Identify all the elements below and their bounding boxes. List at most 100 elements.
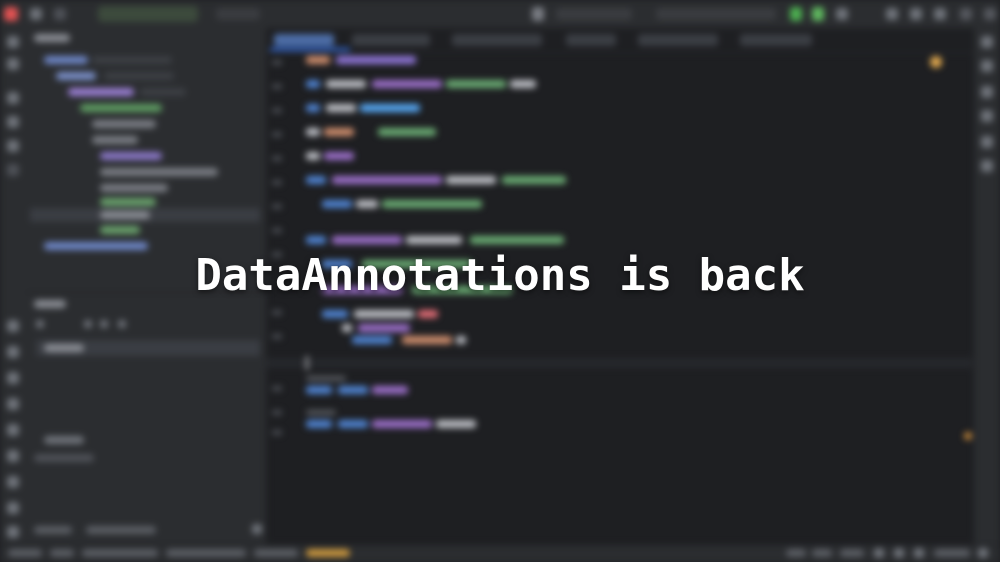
code-line[interactable] — [306, 104, 436, 112]
bug-icon[interactable] — [532, 7, 544, 21]
menu-icon[interactable] — [30, 8, 42, 20]
status-item[interactable] — [812, 549, 832, 557]
database-icon[interactable] — [981, 60, 993, 72]
code-line[interactable] — [306, 128, 446, 136]
status-item[interactable] — [786, 549, 806, 557]
code-line[interactable] — [306, 56, 426, 64]
debug-icon[interactable] — [812, 7, 824, 21]
tree-row[interactable] — [44, 436, 84, 444]
target-widget[interactable] — [656, 8, 776, 20]
tree-row[interactable] — [68, 88, 134, 96]
warning-marker[interactable] — [964, 432, 972, 440]
status-item[interactable] — [840, 549, 864, 557]
panel-tab[interactable] — [34, 526, 72, 534]
tree-row[interactable] — [92, 120, 156, 128]
gear-icon[interactable] — [910, 8, 922, 20]
nuget-icon[interactable] — [981, 136, 993, 148]
ai-assistant-icon[interactable] — [981, 86, 993, 98]
breadcrumb-segment[interactable] — [306, 549, 350, 557]
breadcrumb-segment[interactable] — [166, 549, 246, 557]
status-icon[interactable] — [874, 548, 884, 558]
code-line[interactable] — [306, 386, 426, 394]
code-line[interactable] — [306, 410, 366, 418]
code-line[interactable] — [306, 376, 366, 384]
editor-tab[interactable] — [452, 34, 542, 46]
code-line[interactable] — [306, 236, 576, 244]
code-line[interactable] — [342, 324, 462, 332]
code-line[interactable] — [322, 310, 462, 318]
search-icon[interactable] — [886, 8, 898, 20]
tree-row[interactable] — [44, 344, 84, 352]
settings-tool-icon[interactable] — [7, 526, 19, 538]
status-item[interactable] — [934, 549, 970, 557]
tree-row[interactable] — [100, 211, 150, 219]
run-config-widget[interactable] — [556, 8, 632, 20]
bookmarks-tool-icon[interactable] — [7, 116, 19, 128]
notifications-tool-icon[interactable] — [7, 450, 19, 462]
breadcrumb-segment[interactable] — [82, 549, 158, 557]
tree-row[interactable] — [92, 56, 172, 64]
lower-tool-icon[interactable] — [100, 320, 108, 328]
code-line[interactable] — [306, 80, 546, 88]
lower-tool-icon[interactable] — [36, 320, 44, 328]
status-icon[interactable] — [914, 548, 924, 558]
stop-icon[interactable] — [836, 8, 848, 20]
editor-tab[interactable] — [740, 34, 812, 46]
db-tool-icon[interactable] — [7, 140, 19, 152]
editor-tab[interactable] — [566, 34, 616, 46]
services-tool-icon[interactable] — [7, 320, 19, 332]
lower-tool-icon[interactable] — [84, 320, 92, 328]
status-icon[interactable] — [894, 548, 904, 558]
minimize-icon[interactable] — [960, 8, 972, 20]
tree-row[interactable] — [140, 88, 186, 96]
tree-row[interactable] — [34, 454, 94, 462]
lower-tool-icon[interactable] — [118, 320, 126, 328]
tree-row[interactable] — [44, 242, 148, 250]
run-icon[interactable] — [790, 7, 802, 21]
problems-tool-icon[interactable] — [7, 372, 19, 384]
endpoints-tool-icon[interactable] — [7, 476, 19, 488]
commit-tool-icon[interactable] — [7, 58, 19, 70]
tree-row[interactable] — [100, 152, 162, 160]
breadcrumb-segment[interactable] — [50, 549, 74, 557]
breadcrumb-segment[interactable] — [8, 549, 42, 557]
status-icon[interactable] — [978, 548, 988, 558]
more-tool-icon[interactable] — [7, 164, 19, 176]
maximize-icon[interactable] — [984, 8, 996, 20]
editor-tab[interactable] — [352, 34, 430, 46]
git-tool-icon[interactable] — [7, 398, 19, 410]
structure-tool-icon[interactable] — [7, 92, 19, 104]
breadcrumb-segment[interactable] — [254, 549, 298, 557]
tree-row[interactable] — [104, 72, 174, 80]
editor-tab[interactable] — [638, 34, 718, 46]
code-line[interactable] — [306, 152, 366, 160]
tree-row[interactable] — [56, 72, 96, 80]
warning-icon[interactable] — [930, 56, 942, 68]
code-line[interactable] — [352, 336, 492, 344]
code-line[interactable] — [306, 420, 506, 428]
tree-row[interactable] — [80, 104, 162, 112]
project-tool-icon[interactable] — [7, 36, 19, 48]
tree-row[interactable] — [100, 168, 218, 176]
app-logo-icon[interactable] — [4, 7, 18, 21]
tree-row[interactable] — [100, 226, 140, 234]
todo-tool-icon[interactable] — [7, 424, 19, 436]
account-icon[interactable] — [934, 8, 946, 20]
terminal-tool-icon[interactable] — [7, 346, 19, 358]
panel-menu-icon[interactable] — [252, 524, 262, 534]
tree-row[interactable] — [92, 136, 138, 144]
back-icon[interactable] — [54, 8, 66, 20]
editor-tab-active[interactable] — [274, 34, 334, 46]
build-tool-icon[interactable] — [7, 502, 19, 514]
tree-row[interactable] — [100, 198, 156, 206]
branch-widget[interactable] — [216, 8, 260, 20]
endpoints-icon[interactable] — [981, 160, 993, 172]
panel-tab[interactable] — [86, 526, 156, 534]
tree-row[interactable] — [44, 56, 88, 64]
code-line[interactable] — [306, 176, 576, 184]
dotnet-icon[interactable] — [981, 110, 993, 122]
tree-row[interactable] — [100, 184, 168, 192]
code-line[interactable] — [322, 200, 512, 208]
project-widget[interactable] — [98, 6, 198, 22]
notifications-icon[interactable] — [981, 36, 993, 48]
